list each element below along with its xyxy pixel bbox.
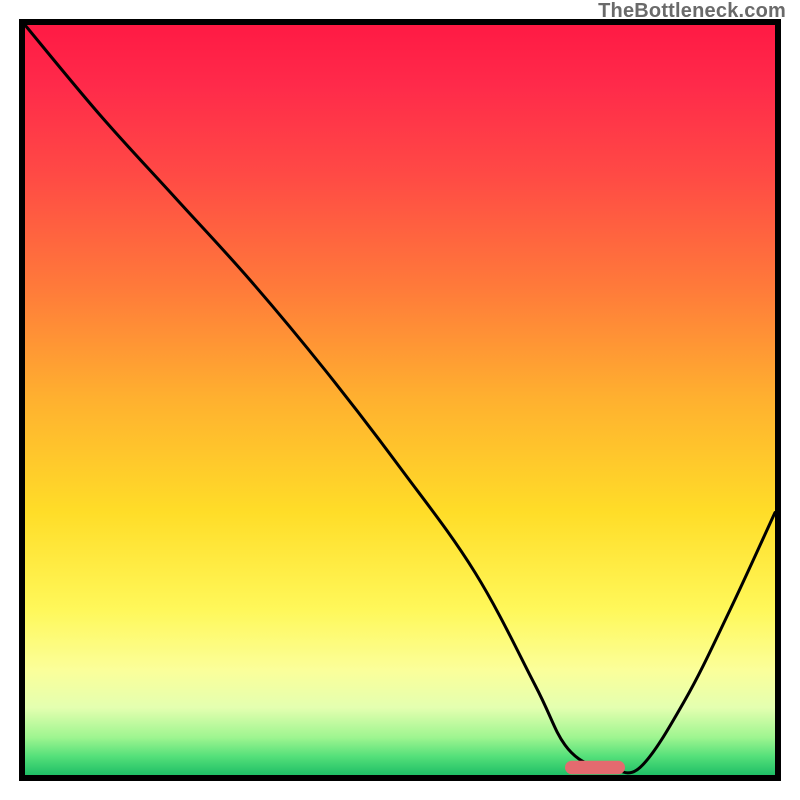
plot-layer	[25, 25, 775, 775]
chart-frame	[19, 19, 781, 781]
target-marker	[25, 25, 775, 775]
chart-stage: TheBottleneck.com	[0, 0, 800, 800]
